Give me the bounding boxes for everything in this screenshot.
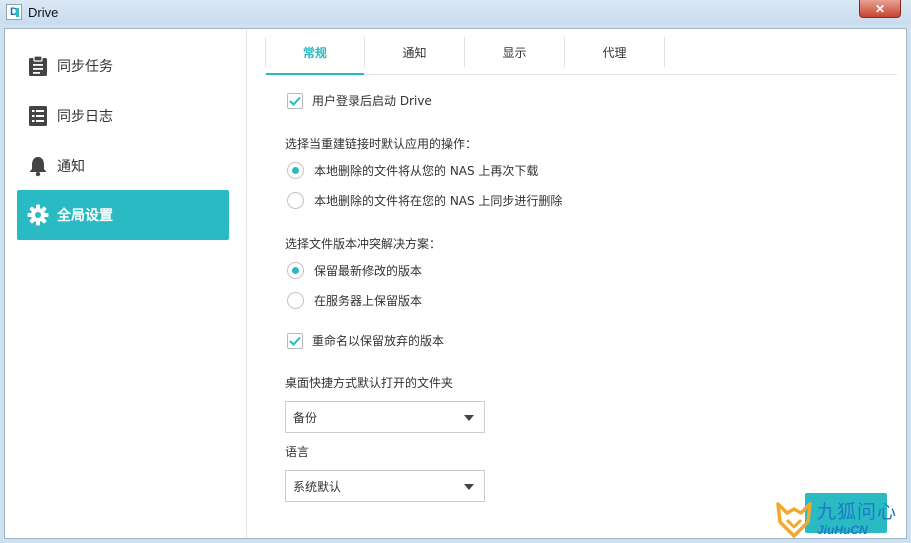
keep-server-radio[interactable]	[287, 292, 304, 309]
tab-bar: 常规 通知 显示 代理	[265, 37, 897, 75]
watermark: 九狐问心 JiuHuCN	[775, 498, 907, 541]
sidebar-item-sync-log[interactable]: 同步日志	[17, 91, 229, 141]
language-select[interactable]: 系统默认	[285, 470, 485, 502]
shortcut-folder-select[interactable]: 备份	[285, 401, 485, 433]
dropdown-caret-icon	[464, 484, 474, 490]
shortcut-folder-value: 备份	[293, 410, 318, 425]
window-title: Drive	[28, 4, 59, 20]
conflict-section-title: 选择文件版本冲突解决方案：	[285, 237, 442, 251]
launch-on-login-option[interactable]: 用户登录后启动 Drive	[287, 92, 432, 109]
launch-on-login-label: 用户登录后启动 Drive	[312, 94, 432, 108]
checkmark-icon	[289, 96, 301, 106]
sidebar-item-label: 同步任务	[57, 59, 113, 75]
dropdown-caret-icon	[464, 415, 474, 421]
sidebar: 同步任务 同步日志 通知 全局设置	[5, 29, 247, 538]
relink-redownload-radio[interactable]	[287, 162, 304, 179]
rename-keep-option[interactable]: 重命名以保留放弃的版本	[287, 332, 444, 349]
gear-icon	[27, 203, 49, 227]
conflict-option-keep-latest[interactable]: 保留最新修改的版本	[287, 262, 422, 279]
language-value: 系统默认	[293, 479, 342, 494]
tab-general[interactable]: 常规	[265, 37, 365, 75]
rename-keep-label: 重命名以保留放弃的版本	[312, 334, 445, 348]
relink-option-redownload[interactable]: 本地删除的文件将从您的 NAS 上再次下载	[287, 162, 538, 179]
log-list-icon	[27, 104, 49, 128]
tab-proxy[interactable]: 代理	[565, 37, 665, 67]
language-title: 语言	[285, 445, 310, 459]
drive-logo-icon: D	[6, 4, 22, 20]
relink-option-delete[interactable]: 本地删除的文件将在您的 NAS 上同步进行删除	[287, 192, 562, 209]
settings-panel: 常规 通知 显示 代理 用户登录后启动 Drive 选择当重建链接时默认应用的操…	[265, 29, 906, 538]
relink-option-label: 本地删除的文件将从您的 NAS 上再次下载	[314, 164, 539, 178]
keep-latest-radio[interactable]	[287, 262, 304, 279]
tab-notifications[interactable]: 通知	[365, 37, 465, 67]
app-window: 同步任务 同步日志 通知 全局设置 常规 通知 显示 代理 用户登录后启动 Dr…	[4, 28, 907, 539]
fox-logo-icon	[776, 501, 812, 538]
checkmark-icon	[289, 336, 301, 346]
sidebar-item-sync-tasks[interactable]: 同步任务	[17, 41, 229, 91]
relink-option-label: 本地删除的文件将在您的 NAS 上同步进行删除	[314, 194, 563, 208]
title-bar: D Drive ✕	[0, 0, 911, 24]
conflict-option-label: 在服务器上保留版本	[314, 294, 423, 308]
relink-delete-radio[interactable]	[287, 192, 304, 209]
bell-icon	[27, 154, 49, 178]
close-button[interactable]: ✕	[859, 0, 901, 18]
rename-keep-checkbox[interactable]	[287, 332, 303, 349]
watermark-text-en: JiuHuCN	[817, 523, 868, 537]
clipboard-icon	[27, 54, 49, 78]
sidebar-item-global-settings[interactable]: 全局设置	[17, 190, 229, 240]
watermark-text-cn: 九狐问心	[817, 501, 898, 523]
launch-on-login-checkbox[interactable]	[287, 92, 303, 109]
sidebar-item-label: 全局设置	[57, 208, 113, 224]
conflict-option-keep-server[interactable]: 在服务器上保留版本	[287, 292, 422, 309]
sidebar-item-notifications[interactable]: 通知	[17, 141, 229, 191]
tab-display[interactable]: 显示	[465, 37, 565, 67]
shortcut-folder-title: 桌面快捷方式默认打开的文件夹	[285, 376, 454, 390]
sidebar-item-label: 通知	[57, 159, 85, 175]
sidebar-item-label: 同步日志	[57, 109, 113, 125]
conflict-option-label: 保留最新修改的版本	[314, 264, 423, 278]
relink-section-title: 选择当重建链接时默认应用的操作：	[285, 137, 478, 151]
